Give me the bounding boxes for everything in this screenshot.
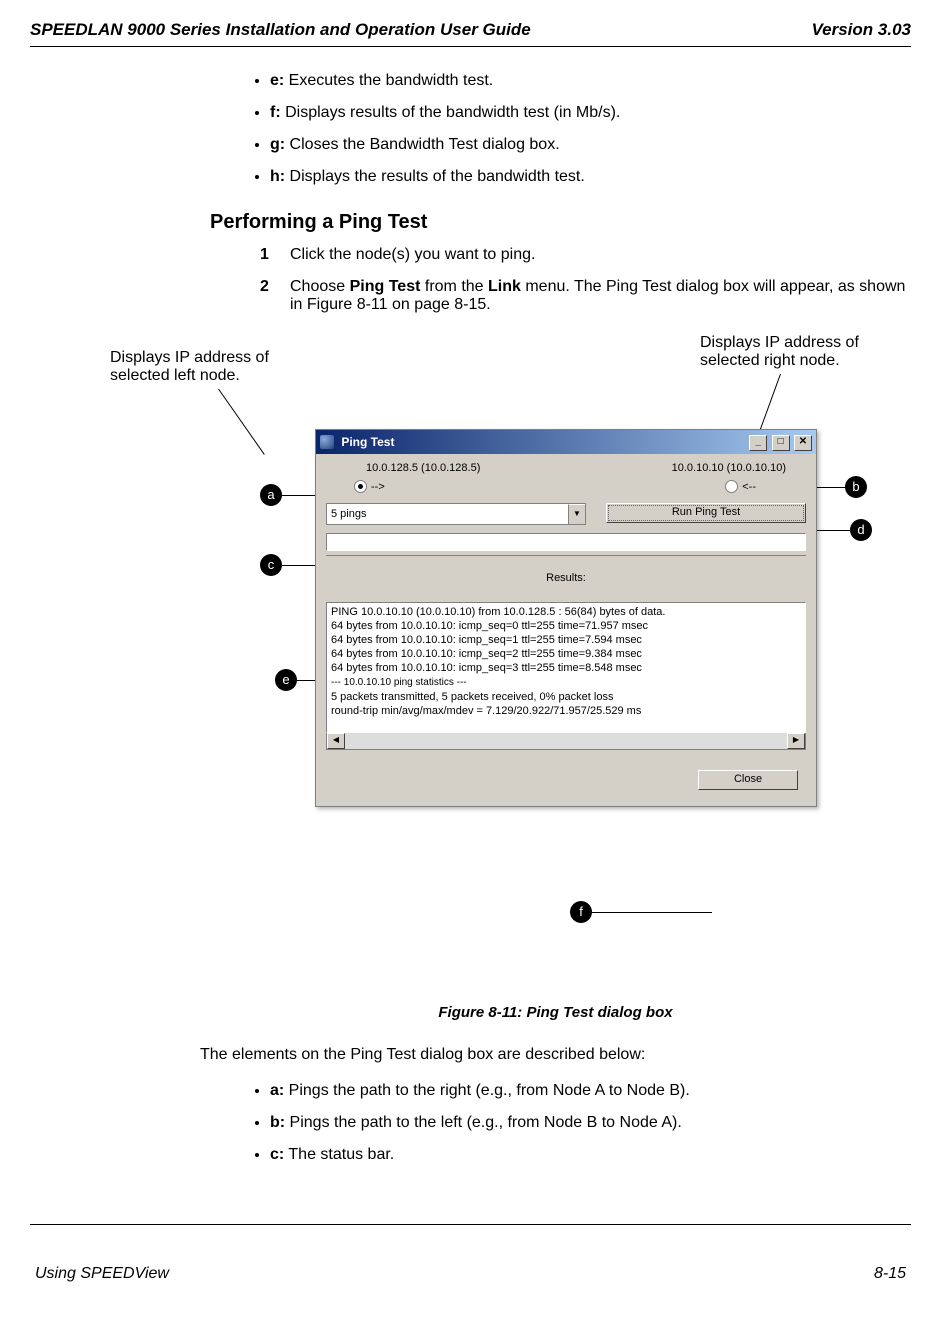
chevron-down-icon[interactable]: ▼	[568, 504, 585, 524]
figure-caption: Figure 8-11: Ping Test dialog box	[200, 1004, 911, 1021]
titlebar[interactable]: Ping Test _ □ ✕	[316, 430, 816, 454]
bullet-key: e:	[270, 72, 284, 89]
callout-d: d	[850, 519, 872, 541]
list-item: e: Executes the bandwidth test.	[270, 72, 911, 90]
scroll-right-icon[interactable]: ▶	[787, 733, 805, 749]
direction-left-radio[interactable]: <--	[725, 480, 756, 493]
footer-left: Using SPEEDView	[35, 1265, 169, 1283]
status-bar	[326, 553, 806, 556]
header-rule	[30, 46, 911, 47]
radio-label: <--	[742, 481, 756, 493]
bullet-key: b:	[270, 1114, 285, 1131]
footer-right: 8-15	[874, 1265, 906, 1283]
direction-right-radio[interactable]: -->	[354, 480, 385, 493]
result-line: 64 bytes from 10.0.10.10: icmp_seq=1 ttl…	[331, 634, 642, 646]
bullet-text: Displays the results of the bandwidth te…	[285, 168, 585, 185]
ping-count-input[interactable]	[327, 504, 568, 524]
header-left: SPEEDLAN 9000 Series Installation and Op…	[30, 20, 531, 40]
result-line: 64 bytes from 10.0.10.10: icmp_seq=2 ttl…	[331, 648, 642, 660]
ping-count-combo[interactable]: ▼	[326, 503, 586, 525]
steps-list: Click the node(s) you want to ping. Choo…	[230, 246, 911, 314]
close-x-button[interactable]: ✕	[794, 435, 812, 451]
step-item: Choose Ping Test from the Link menu. The…	[260, 278, 911, 314]
result-line: 64 bytes from 10.0.10.10: icmp_seq=0 ttl…	[331, 620, 648, 632]
bullet-text: Closes the Bandwidth Test dialog box.	[285, 136, 560, 153]
figure-area: Displays IP address of selected left nod…	[80, 334, 911, 984]
list-item: c: The status bar.	[270, 1146, 911, 1164]
list-item: b: Pings the path to the left (e.g., fro…	[270, 1114, 911, 1132]
step-text: Click the node(s) you want to ping.	[290, 246, 535, 263]
callout-b: b	[845, 476, 867, 498]
callout-a: a	[260, 484, 282, 506]
right-node-address: 10.0.10.10 (10.0.10.10)	[672, 462, 786, 474]
paragraph: The elements on the Ping Test dialog box…	[200, 1046, 911, 1064]
bullet-key: f:	[270, 104, 281, 121]
dialog-title: Ping Test	[341, 435, 394, 449]
list-item: g: Closes the Bandwidth Test dialog box.	[270, 136, 911, 154]
list-item: a: Pings the path to the right (e.g., fr…	[270, 1082, 911, 1100]
close-button[interactable]: Close	[698, 770, 798, 790]
radio-label: -->	[371, 481, 385, 493]
step-bold: Ping Test	[350, 278, 421, 295]
section-heading: Performing a Ping Test	[210, 211, 911, 234]
callout-e: e	[275, 669, 297, 691]
bullet-key: g:	[270, 136, 285, 153]
run-ping-test-button[interactable]: Run Ping Test	[606, 503, 806, 523]
radio-icon	[725, 480, 738, 493]
result-line: 64 bytes from 10.0.10.10: icmp_seq=3 ttl…	[331, 662, 642, 674]
top-bullet-list: e: Executes the bandwidth test. f: Displ…	[230, 72, 911, 186]
step-bold: Link	[488, 278, 521, 295]
annotation-right: Displays IP address of selected right no…	[700, 334, 920, 370]
step-text: from the	[420, 278, 488, 295]
bullet-key: a:	[270, 1082, 284, 1099]
step-text: Choose	[290, 278, 350, 295]
scroll-track[interactable]	[345, 733, 787, 749]
bullet-text: Pings the path to the right (e.g., from …	[284, 1082, 690, 1099]
result-line: round-trip min/avg/max/mdev = 7.129/20.9…	[331, 705, 641, 717]
ping-test-dialog: Ping Test _ □ ✕ 10.0.128.5 (10.0.128.5) …	[315, 429, 817, 807]
leader-line	[218, 389, 265, 455]
result-line: PING 10.0.10.10 (10.0.10.10) from 10.0.1…	[331, 606, 666, 618]
header-right: Version 3.03	[811, 20, 911, 40]
bullet-text: Displays results of the bandwidth test (…	[281, 104, 621, 121]
bullet-key: c:	[270, 1146, 284, 1163]
leader-line	[815, 487, 845, 488]
list-item: f: Displays results of the bandwidth tes…	[270, 104, 911, 122]
results-label: Results:	[326, 572, 806, 584]
scroll-left-icon[interactable]: ◀	[327, 733, 345, 749]
callout-c: c	[260, 554, 282, 576]
bullet-text: The status bar.	[284, 1146, 394, 1163]
result-line: --- 10.0.10.10 ping statistics ---	[331, 677, 467, 688]
footer-rule	[30, 1224, 911, 1225]
bullet-text: Executes the bandwidth test.	[284, 72, 493, 89]
result-line: 5 packets transmitted, 5 packets receive…	[331, 691, 613, 703]
bottom-bullet-list: a: Pings the path to the right (e.g., fr…	[230, 1082, 911, 1164]
step-item: Click the node(s) you want to ping.	[260, 246, 911, 264]
horizontal-scrollbar[interactable]: ◀ ▶	[326, 733, 806, 750]
page-footer: Using SPEEDView 8-15	[0, 1265, 941, 1303]
annotation-left: Displays IP address of selected left nod…	[110, 349, 310, 385]
maximize-button[interactable]: □	[772, 435, 790, 451]
leader-line	[592, 912, 712, 913]
results-output: PING 10.0.10.10 (10.0.10.10) from 10.0.1…	[326, 602, 806, 733]
callout-f: f	[570, 901, 592, 923]
radio-icon	[354, 480, 367, 493]
progress-bar	[326, 533, 806, 551]
list-item: h: Displays the results of the bandwidth…	[270, 168, 911, 186]
left-node-address: 10.0.128.5 (10.0.128.5)	[366, 462, 480, 474]
app-icon	[320, 435, 334, 449]
page-header: SPEEDLAN 9000 Series Installation and Op…	[30, 20, 911, 46]
minimize-button[interactable]: _	[749, 435, 767, 451]
bullet-text: Pings the path to the left (e.g., from N…	[285, 1114, 682, 1131]
bullet-key: h:	[270, 168, 285, 185]
